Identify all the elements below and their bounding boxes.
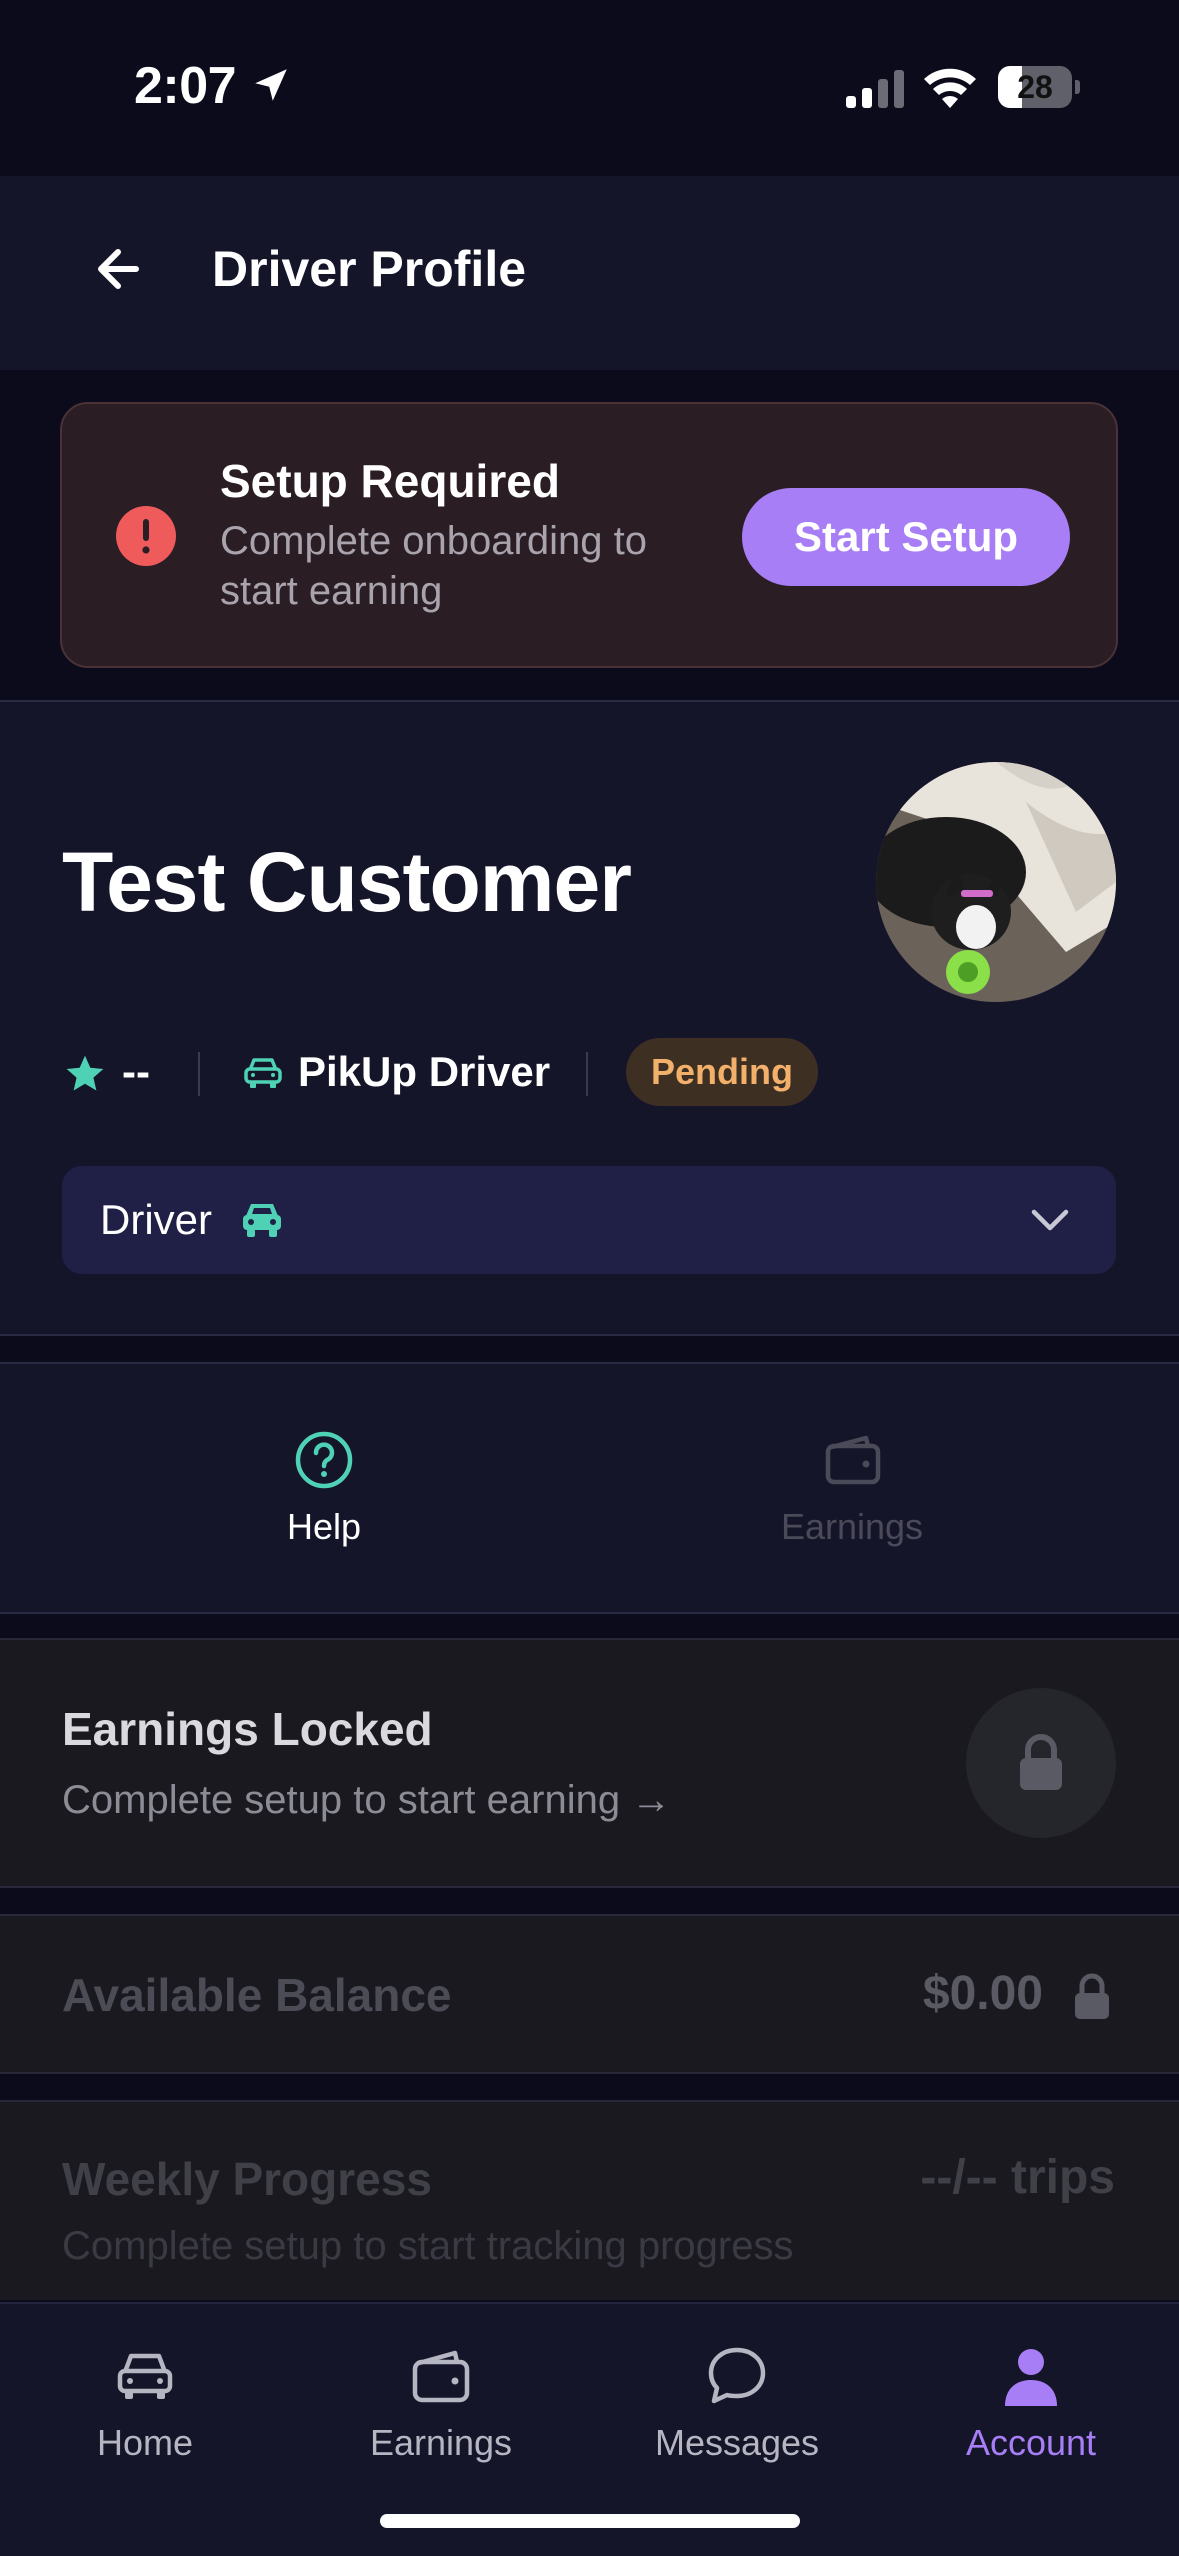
earnings-label: Earnings (780, 1506, 924, 1547)
setup-title: Setup Required (220, 455, 560, 507)
meta-divider (198, 1052, 200, 1096)
available-balance-card: Available Balance $0.00 (0, 1914, 1179, 2074)
start-setup-button[interactable]: Start Setup (742, 488, 1070, 586)
weekly-progress-description: Complete setup to start tracking progres… (62, 2224, 794, 2268)
avatar-dog-photo (876, 762, 1116, 1002)
balance-label: Available Balance (62, 1969, 452, 2021)
person-icon (1005, 2349, 1057, 2406)
car-icon (243, 1204, 281, 1237)
role-dropdown[interactable]: Driver (62, 1166, 1116, 1274)
profile-name: Test Customer (62, 835, 632, 929)
profile-meta-row: -- PikUp Driver Pending (62, 1038, 1062, 1106)
alert-icon (116, 506, 176, 566)
quick-actions: Help Earnings (0, 1362, 1179, 1614)
status-time: 2:07 (134, 57, 237, 115)
setup-required-banner: Setup Required Complete onboarding to st… (60, 402, 1118, 668)
star-icon (66, 1055, 104, 1091)
lock-icon (1020, 1734, 1062, 1790)
chevron-down-icon (1031, 1209, 1069, 1231)
tab-home-label: Home (96, 2422, 194, 2463)
page-title: Driver Profile (212, 241, 527, 297)
lock-badge (966, 1688, 1116, 1838)
weekly-progress-value: --/-- trips (920, 2151, 1115, 2204)
tab-earnings-label: Earnings (369, 2422, 513, 2463)
meta-divider (586, 1052, 588, 1096)
help-action[interactable]: Help (174, 1430, 474, 1570)
earnings-locked-card[interactable]: Earnings Locked Complete setup to start … (0, 1638, 1179, 1888)
tab-messages-label: Messages (654, 2422, 820, 2463)
help-circle-icon (295, 1431, 353, 1489)
car-icon (117, 2353, 173, 2399)
battery-level: 28 (1017, 69, 1053, 105)
battery-indicator: 28 (998, 66, 1080, 108)
location-arrow-icon (255, 69, 287, 101)
back-arrow-icon[interactable] (86, 236, 152, 302)
earnings-locked-title: Earnings Locked (62, 1703, 433, 1755)
profile-card: Test Customer -- PikUp Driver Pending Dr… (0, 700, 1179, 1336)
weekly-progress-label: Weekly Progress (62, 2153, 432, 2205)
tab-account[interactable]: Account (906, 2344, 1156, 2494)
tab-account-label: Account (965, 2422, 1097, 2463)
balance-value: $0.00 (922, 1967, 1043, 2020)
cellular-signal-icon (846, 70, 904, 108)
chat-bubble-icon (708, 2347, 766, 2404)
app-header: Driver Profile (0, 176, 1179, 370)
tab-messages[interactable]: Messages (612, 2344, 862, 2494)
role-dropdown-value: Driver (100, 1196, 212, 1243)
home-indicator[interactable] (380, 2514, 800, 2528)
wallet-icon (825, 1435, 881, 1485)
status-bar: 2:07 28 (0, 0, 1179, 176)
car-icon (244, 1058, 282, 1088)
help-label: Help (286, 1506, 362, 1547)
role-label: PikUp Driver (298, 1048, 551, 1095)
rating-value: -- (122, 1048, 150, 1095)
lock-icon (1075, 1973, 1109, 2019)
setup-description: Complete onboarding to start earning (220, 519, 647, 613)
earnings-locked-description: Complete setup to start earning → (62, 1778, 672, 1822)
weekly-progress-card: Weekly Progress --/-- trips Complete set… (0, 2100, 1179, 2300)
avatar[interactable] (876, 762, 1116, 1002)
earnings-action[interactable]: Earnings (702, 1430, 1002, 1570)
tab-home[interactable]: Home (20, 2344, 270, 2494)
status-badge: Pending (626, 1038, 818, 1106)
wifi-icon (924, 68, 976, 108)
tab-earnings[interactable]: Earnings (316, 2344, 566, 2494)
wallet-icon (412, 2350, 470, 2403)
